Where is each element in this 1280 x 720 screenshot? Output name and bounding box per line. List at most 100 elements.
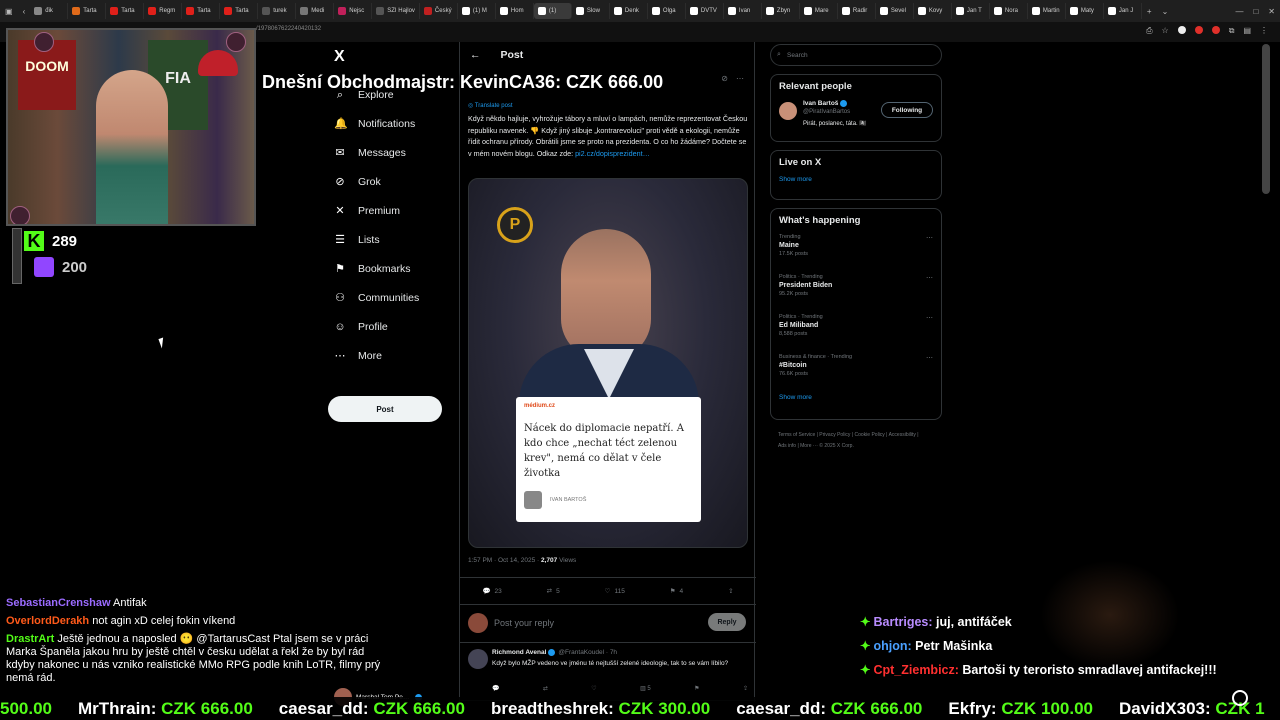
show-more-link[interactable]: Show more [779, 394, 933, 401]
nav-item-communities[interactable]: ⚇ Communities [330, 283, 448, 312]
reply-author[interactable]: Richmond Avenal @FrantaKoudel · 7h [492, 649, 617, 656]
chat-username: OverlordDerakh [6, 615, 90, 627]
post-button[interactable]: Post [328, 396, 442, 422]
browser-tab[interactable]: (1) M [458, 3, 496, 19]
trend-more-icon[interactable]: ⋯ [926, 274, 933, 282]
trend-item[interactable]: Business & finance · Trending #Bitcoin 76.… [779, 354, 933, 394]
browser-tab[interactable]: SZI Hajlov [372, 3, 420, 19]
browser-tab[interactable]: Ivan [724, 3, 762, 19]
browser-tab[interactable]: Medi [296, 3, 335, 19]
browser-tab[interactable]: Denk [610, 3, 648, 19]
browser-tab[interactable]: Radir [838, 3, 876, 19]
like-count: 115 [614, 587, 625, 595]
tab-menu-icon[interactable]: ▣ [5, 7, 13, 16]
nav-item-grok[interactable]: ⊘ Grok [330, 167, 448, 196]
browser-tab[interactable]: Zbyn [762, 3, 800, 19]
browser-tab[interactable]: Tarta [220, 3, 259, 19]
post-link[interactable]: pi2.cz/dopisprezident… [575, 149, 650, 158]
footer-links[interactable]: Terms of Service | Privacy Policy | Cook… [778, 430, 928, 452]
bookmark-action[interactable]: ⚑ 4 [670, 587, 683, 596]
browser-tab[interactable]: Nejsc [334, 3, 373, 19]
browser-tab[interactable]: Olga [648, 3, 686, 19]
post-image[interactable]: P médium.cz Nácek do diplomacie nepatří.… [468, 178, 748, 548]
scrollbar[interactable] [1262, 44, 1270, 194]
close-window-icon[interactable]: ✕ [1268, 7, 1275, 16]
browser-tab[interactable]: Martin [1028, 3, 1066, 19]
reply-icon[interactable]: 💬 [492, 685, 499, 692]
x-logo-icon[interactable]: X [334, 48, 448, 70]
browser-tab[interactable]: Jan J [1104, 3, 1142, 19]
trend-item[interactable]: Politics · Trending Ed Miliband 8,588 post… [779, 314, 933, 354]
browser-tab[interactable]: Nora [990, 3, 1028, 19]
nav-item-lists[interactable]: ☰ Lists [330, 225, 448, 254]
back-arrow-icon[interactable]: ← [470, 49, 481, 61]
youtube-extension-icon[interactable] [1211, 26, 1220, 34]
like-action[interactable]: ♡ 115 [605, 587, 625, 596]
nav-item-notifications[interactable]: 🔔 Notifications [330, 109, 448, 138]
browser-tab[interactable]: Tarta [182, 3, 221, 19]
views-icon[interactable]: ▥ 5 [640, 685, 651, 692]
reply-action[interactable]: 💬 23 [482, 587, 501, 596]
maximize-icon[interactable]: □ [1253, 7, 1258, 16]
trend-more-icon[interactable]: ⋯ [926, 234, 933, 242]
person-avatar[interactable] [779, 102, 797, 120]
new-tab-icon[interactable]: + [1147, 7, 1152, 16]
tab-label: Jan T [966, 8, 982, 14]
menu-icon[interactable]: ⋮ [1260, 26, 1268, 36]
reply-input[interactable]: Post your reply [494, 618, 554, 628]
show-more-link[interactable]: Show more [779, 176, 933, 183]
browser-tab[interactable]: Tarta [106, 3, 145, 19]
repost-action[interactable]: ⇄ 5 [547, 587, 560, 596]
tab-dropdown-icon[interactable]: ⌄ [1162, 7, 1169, 16]
trend-more-icon[interactable]: ⋯ [926, 314, 933, 322]
nav-item-more[interactable]: ⋯ More [330, 341, 448, 370]
trend-item[interactable]: Politics · Trending President Biden 95.2K … [779, 274, 933, 314]
share-icon[interactable]: ⇪ [728, 587, 733, 595]
nav-item-profile[interactable]: ☺ Profile [330, 312, 448, 341]
person-name[interactable]: Ivan Bartoš [803, 100, 848, 107]
post-time[interactable]: 1:57 PM · Oct 14, 2025 · [468, 557, 541, 564]
minimize-icon[interactable]: — [1235, 7, 1243, 16]
trend-more-icon[interactable]: ⋯ [926, 354, 933, 362]
back-tabs-icon[interactable]: ‹ [23, 7, 26, 16]
reply-button[interactable]: Reply [708, 613, 746, 631]
relevant-person[interactable]: Ivan Bartoš @PiratIvanBartos Pirát, posl… [779, 100, 933, 140]
browser-tab[interactable]: Mare [800, 3, 838, 19]
browser-tab[interactable]: Tarta [68, 3, 107, 19]
browser-tab[interactable]: Kovy [914, 3, 952, 19]
nav-item-bookmarks[interactable]: ⚑ Bookmarks [330, 254, 448, 283]
trend-item[interactable]: Trending Maine 17.5K posts ⋯ [779, 234, 933, 274]
grok-icon[interactable]: ⊘ [721, 74, 728, 83]
screenshot-icon[interactable]: ⎙ [1146, 26, 1152, 36]
extensions-icon[interactable]: ⧉ [1229, 26, 1235, 36]
url-field[interactable]: /1978067622240420132 [256, 26, 321, 32]
translate-link[interactable]: ◎ Translate post [468, 102, 513, 109]
nav-item-premium[interactable]: ✕ Premium [330, 196, 448, 225]
heart-icon[interactable]: ♡ [591, 685, 596, 692]
nav-item-messages[interactable]: ✉ Messages [330, 138, 448, 167]
browser-tab[interactable]: DVTV [686, 3, 724, 19]
profile-icon[interactable] [1177, 26, 1186, 34]
browser-tab[interactable]: turek [258, 3, 297, 19]
browser-tab[interactable]: Regm [144, 3, 183, 19]
extension-icon[interactable] [1194, 26, 1203, 34]
share-icon[interactable]: ⇪ [743, 685, 748, 692]
search-input[interactable]: ⌕ Search [770, 44, 942, 66]
star-icon[interactable]: ☆ [1162, 26, 1169, 36]
browser-tab[interactable]: đik [30, 3, 69, 19]
more-options-icon[interactable]: ⋯ [736, 74, 744, 83]
browser-tab[interactable]: (1) [533, 3, 572, 19]
reply-avatar[interactable] [468, 649, 488, 669]
browser-tab[interactable]: Český [420, 3, 458, 19]
browser-tab[interactable]: Sevel [876, 3, 914, 19]
sidebar-icon[interactable]: ▤ [1243, 26, 1251, 36]
following-button[interactable]: Following [881, 102, 933, 118]
browser-tab[interactable]: Hom [496, 3, 534, 19]
bookmark-icon[interactable]: ⚑ [694, 685, 699, 692]
reply-post[interactable]: Richmond Avenal @FrantaKoudel · 7h Když b… [460, 643, 756, 701]
tab-favicon-icon [110, 7, 119, 15]
repost-icon[interactable]: ⇄ [543, 685, 548, 692]
browser-tab[interactable]: Jan T [952, 3, 990, 19]
browser-tab[interactable]: Slow [572, 3, 610, 19]
browser-tab[interactable]: Maty [1066, 3, 1104, 19]
